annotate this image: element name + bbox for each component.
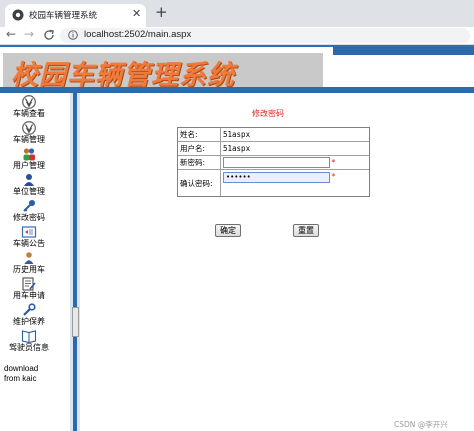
field-label: 新密码:: [178, 156, 221, 169]
new-password-field[interactable]: [223, 157, 330, 168]
page: 校园车辆管理系统 车辆查看 车辆管理 用户管理 单位管理 修改密码 车辆公告 历…: [0, 45, 474, 431]
banner-logo: 校园车辆管理系统: [3, 53, 323, 91]
sidebar-item-label: 维护保养: [13, 317, 45, 326]
confirm-password-field[interactable]: ••••••: [223, 172, 330, 183]
field-label: 确认密码:: [178, 170, 221, 196]
announcement-icon: [21, 226, 37, 238]
sidebar-item-label: 驾驶员信息: [9, 343, 49, 352]
field-label: 姓名:: [178, 128, 221, 141]
forward-button[interactable]: →: [24, 27, 34, 41]
download-text: from kaic: [4, 374, 37, 383]
sidebar-item-label: 车辆公告: [13, 239, 45, 248]
sidebar-item-maintenance[interactable]: 维护保养: [0, 303, 58, 327]
globe-icon: [12, 9, 24, 21]
unit-icon: [24, 174, 34, 186]
confirm-button[interactable]: 确定: [215, 224, 241, 237]
reset-button[interactable]: 重置: [293, 224, 319, 237]
form-row-new-password: 新密码: *: [178, 156, 369, 170]
url-text: localhost:2502/main.aspx: [84, 29, 192, 40]
sidebar-item-history[interactable]: 历史用车: [0, 251, 58, 275]
field-label: 用户名:: [178, 142, 221, 155]
banner: 校园车辆管理系统: [0, 45, 474, 93]
sidebar-item-label: 修改密码: [13, 213, 45, 222]
sidebar-item-change-password[interactable]: 修改密码: [0, 199, 58, 223]
browser-tab-bar: 校园车辆管理系统 ✕ +: [0, 0, 474, 27]
vw-car-icon: [22, 95, 36, 109]
form-row-name: 姓名: 51aspx: [178, 128, 369, 142]
name-value: 51aspx: [223, 130, 251, 139]
sidebar-item-label: 车辆查看: [13, 109, 45, 118]
main-content: 修改密码 姓名: 51aspx 用户名: 51aspx 新密码: * 确认密码:: [80, 93, 474, 431]
sidebar-item-vehicle-manage[interactable]: 车辆管理: [0, 121, 58, 145]
username-value: 51aspx: [223, 144, 251, 153]
sidebar-item-user-manage[interactable]: 用户管理: [0, 147, 58, 171]
tab-close-icon[interactable]: ✕: [132, 7, 141, 20]
users-icon: [23, 148, 35, 161]
required-mark: *: [331, 172, 336, 181]
key-icon: [23, 200, 35, 212]
browser-tab[interactable]: 校园车辆管理系统 ✕: [5, 4, 146, 27]
form-row-username: 用户名: 51aspx: [178, 142, 369, 156]
vw-car-icon: [22, 121, 36, 135]
sidebar-divider-bar: [73, 93, 77, 431]
tab-title: 校园车辆管理系统: [29, 10, 98, 20]
reload-icon[interactable]: [43, 29, 55, 41]
new-password-cell: *: [221, 156, 369, 169]
sidebar-item-vehicle-request[interactable]: 用车申请: [0, 277, 58, 301]
history-icon: [24, 252, 34, 264]
sidebar-item-label: 车辆管理: [13, 135, 45, 144]
new-tab-button[interactable]: +: [155, 3, 168, 21]
sidebar-item-driver-info[interactable]: 驾驶员信息: [0, 329, 58, 353]
sidebar-item-vehicle-announcement[interactable]: 车辆公告: [0, 225, 58, 249]
back-button[interactable]: ←: [6, 27, 16, 41]
password-form: 姓名: 51aspx 用户名: 51aspx 新密码: * 确认密码: ••••…: [177, 127, 370, 197]
sidebar-item-label: 单位管理: [13, 187, 45, 196]
sidebar: 车辆查看 车辆管理 用户管理 单位管理 修改密码 车辆公告 历史用车 用车申请 …: [0, 93, 70, 431]
sidebar-item-unit-manage[interactable]: 单位管理: [0, 173, 58, 197]
sidebar-collapse-handle[interactable]: [72, 307, 79, 337]
info-icon[interactable]: [68, 30, 78, 40]
sidebar-item-vehicle-view[interactable]: 车辆查看: [0, 95, 58, 119]
watermark: CSDN @李开兴: [394, 420, 448, 429]
download-text: download: [4, 364, 39, 373]
sidebar-item-label: 历史用车: [13, 265, 45, 274]
confirm-password-cell: •••••• *: [221, 170, 369, 196]
url-field[interactable]: localhost:2502/main.aspx: [60, 28, 470, 43]
maintenance-icon: [23, 303, 36, 316]
book-icon: [21, 330, 37, 343]
required-mark: *: [331, 158, 336, 167]
banner-right-bar: [333, 47, 474, 55]
address-bar-row: ← → localhost:2502/main.aspx: [0, 27, 474, 45]
request-icon: [22, 277, 36, 291]
form-title: 修改密码: [252, 109, 284, 118]
sidebar-item-label: 用户管理: [13, 161, 45, 170]
form-row-confirm-password: 确认密码: •••••• *: [178, 170, 369, 196]
sidebar-item-label: 用车申请: [13, 291, 45, 300]
